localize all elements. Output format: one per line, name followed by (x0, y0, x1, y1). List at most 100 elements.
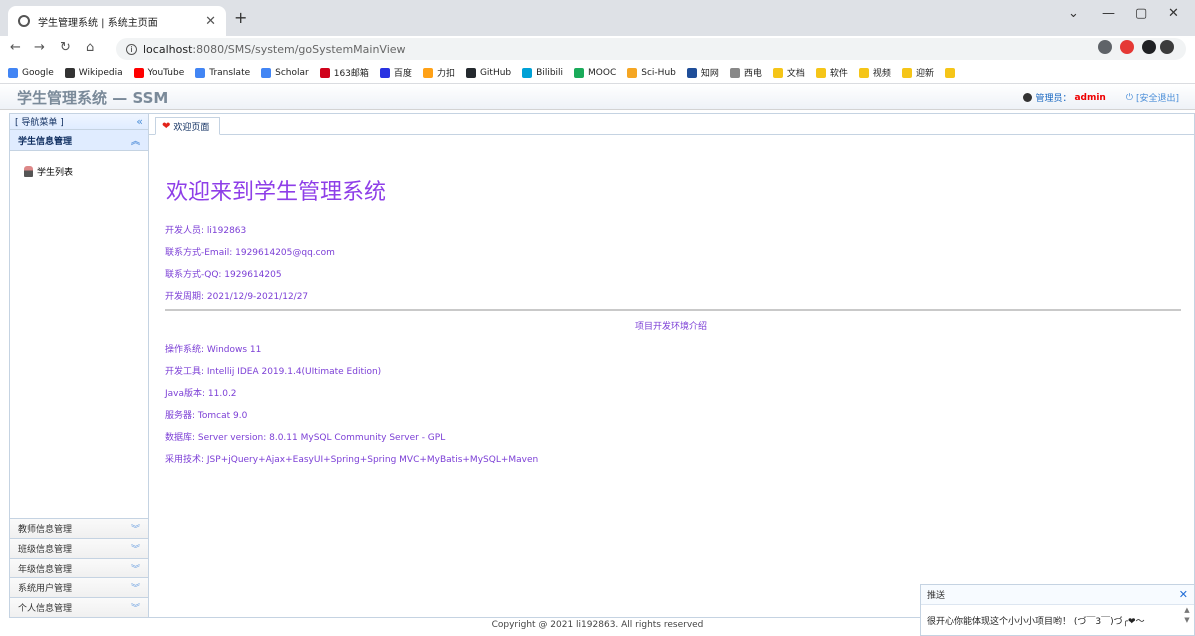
bookmarks-bar: Google Wikipedia YouTube Translate Scholar 16… (0, 62, 1195, 84)
globe-icon (18, 15, 30, 27)
accordion-collapsed[interactable]: 系统用户管理 ︾ (10, 577, 148, 598)
browser-tab[interactable]: 学生管理系统 | 系统主页面 ✕ (8, 6, 226, 36)
bookmark-label: 百度 (393, 69, 412, 79)
bookmark-icon (815, 67, 826, 78)
address-bar[interactable]: i localhost :8080/SMS/system/goSystemMai… (116, 38, 1186, 60)
forward-button[interactable]: → (34, 40, 45, 55)
bookmark-label: MOOC (588, 67, 617, 78)
bookmark-icon (772, 67, 783, 78)
bookmark-item[interactable]: 163邮箱 (319, 66, 369, 79)
collapsed-accordions: 教师信息管理 ︾ 班级信息管理 ︾ 年级信息管理 ︾ 系统用户管理 ︾ 个人信息管理 ︾ (10, 518, 148, 617)
bookmark-label: 视频 (872, 69, 891, 79)
bookmark-icon (261, 67, 272, 78)
bookmark-icon (8, 67, 18, 78)
accordion-title: 学生信息管理 (18, 136, 73, 147)
bookmark-icon (64, 67, 75, 78)
site-info-icon[interactable]: i (126, 43, 137, 55)
bookmark-label: 文档 (786, 69, 805, 79)
close-window-button[interactable]: ✕ (1168, 6, 1179, 21)
browser-toolbar: ← → ↻ ⌂ i localhost :8080/SMS/system/goS… (0, 36, 1195, 62)
bookmark-label: Sci-Hub (641, 67, 676, 78)
heart-icon: ❤ (162, 120, 171, 132)
sidebar-header-label: [ 导航菜单 ] (15, 118, 64, 128)
reload-button[interactable]: ↻ (60, 40, 71, 55)
bookmark-label: Translate (209, 67, 251, 78)
bookmark-label: 知网 (700, 69, 719, 79)
bookmark-item[interactable]: MOOC (574, 67, 617, 78)
bookmark-label: YouTube (147, 67, 185, 78)
bookmark-item[interactable]: 软件 (815, 66, 848, 79)
accordion-title: 系统用户管理 (18, 584, 73, 595)
bookmark-item[interactable]: GitHub (465, 67, 511, 78)
bookmark-item[interactable]: Scholar (261, 67, 309, 78)
bookmark-icon (133, 67, 144, 78)
minimize-button[interactable]: — (1102, 6, 1115, 21)
bookmark-label: 软件 (829, 69, 848, 79)
bookmark-item[interactable]: Bilibili (522, 67, 563, 78)
chevron-up-icon: ︽ (130, 136, 140, 147)
bookmark-item[interactable]: 西电 (729, 66, 762, 79)
bookmark-icon (901, 67, 912, 78)
bookmark-item[interactable] (944, 67, 959, 78)
env-info-line: 数据库: Server version: 8.0.11 MySQL Commun… (165, 433, 446, 443)
notification-header: 推送 ✕ (921, 585, 1194, 605)
chevron-down-icon: ︾ (130, 524, 140, 535)
bookmark-item[interactable]: Wikipedia (64, 67, 123, 78)
collapse-sidebar-icon[interactable]: « (136, 115, 143, 128)
tab-welcome[interactable]: ❤ 欢迎页面 (155, 117, 221, 135)
user-icon (24, 166, 33, 177)
accordion-title: 年级信息管理 (18, 564, 73, 575)
bookmark-item[interactable]: YouTube (133, 67, 185, 78)
bookmark-icon (195, 67, 206, 78)
bookmark-item[interactable]: 视频 (858, 66, 891, 79)
bookmark-item[interactable]: Sci-Hub (627, 67, 676, 78)
new-tab-button[interactable]: + (234, 8, 247, 27)
accordion-title: 教师信息管理 (18, 524, 73, 535)
close-icon[interactable]: ✕ (1179, 588, 1188, 601)
home-button[interactable]: ⌂ (86, 40, 94, 55)
bookmark-icon (686, 67, 697, 78)
bookmark-item[interactable]: 百度 (379, 66, 412, 79)
user-box: 管理员： admin ⏻ [安全退出] (1023, 91, 1179, 104)
back-button[interactable]: ← (10, 40, 21, 55)
browser-tab-bar: 学生管理系统 | 系统主页面 ✕ + ⌄ — ▢ ✕ (0, 0, 1195, 36)
accordion-collapsed[interactable]: 年级信息管理 ︾ (10, 557, 148, 578)
bookmark-icon (422, 67, 433, 78)
main-tabs: ❤ 欢迎页面 (149, 114, 1194, 135)
accordion-collapsed[interactable]: 教师信息管理 ︾ (10, 518, 148, 538)
chevron-down-icon: ︾ (130, 544, 140, 555)
bookmark-label: Google (22, 67, 54, 78)
logout-link[interactable]: [安全退出] (1136, 91, 1179, 104)
env-info-line: 开发工具: Intellij IDEA 2019.1.4(UItimate Ed… (165, 367, 382, 377)
accordion-student-info[interactable]: 学生信息管理 ︽ (10, 130, 148, 151)
extensions-puzzle-icon[interactable] (1142, 40, 1156, 54)
scrollbar[interactable]: ▲ ▼ (1182, 605, 1192, 635)
env-title: 项目开发环境介绍 (635, 322, 708, 332)
bookmark-item[interactable]: Google (8, 67, 54, 78)
extension-icon[interactable] (1120, 40, 1134, 54)
tab-label: 欢迎页面 (173, 122, 210, 133)
bookmark-item[interactable]: 知网 (686, 66, 719, 79)
chevron-down-icon: ︾ (130, 604, 140, 615)
profile-avatar[interactable] (1160, 40, 1174, 54)
extension-icon[interactable] (1098, 40, 1112, 54)
bookmark-icon (944, 67, 955, 78)
close-tab-icon[interactable]: ✕ (205, 14, 216, 29)
accordion-title: 班级信息管理 (18, 544, 73, 555)
dev-info-line: 开发周期: 2021/12/9-2021/12/27 (165, 292, 309, 302)
accordion-collapsed[interactable]: 班级信息管理 ︾ (10, 537, 148, 558)
bookmark-label: Wikipedia (78, 67, 123, 78)
accordion-collapsed[interactable]: 个人信息管理 ︾ (10, 597, 148, 617)
accordion-title: 个人信息管理 (18, 604, 73, 615)
dev-info-line: 联系方式-Email: 1929614205@qq.com (165, 248, 335, 258)
bookmark-item[interactable]: 迎新 (901, 66, 934, 79)
bookmark-icon (858, 67, 869, 78)
nav-sidebar: [ 导航菜单 ] « 学生信息管理 ︽ 学生列表 教师信息管理 ︾ 班级信息管理 ︾ 年… (9, 113, 149, 618)
accordion-body: 学生列表 (10, 151, 148, 483)
maximize-button[interactable]: ▢ (1135, 6, 1147, 21)
tab-search-icon[interactable]: ⌄ (1068, 6, 1079, 21)
sidebar-item-student-list[interactable]: 学生列表 (24, 165, 134, 178)
bookmark-item[interactable]: 文档 (772, 66, 805, 79)
bookmark-item[interactable]: 力扣 (422, 66, 455, 79)
bookmark-item[interactable]: Translate (195, 67, 251, 78)
